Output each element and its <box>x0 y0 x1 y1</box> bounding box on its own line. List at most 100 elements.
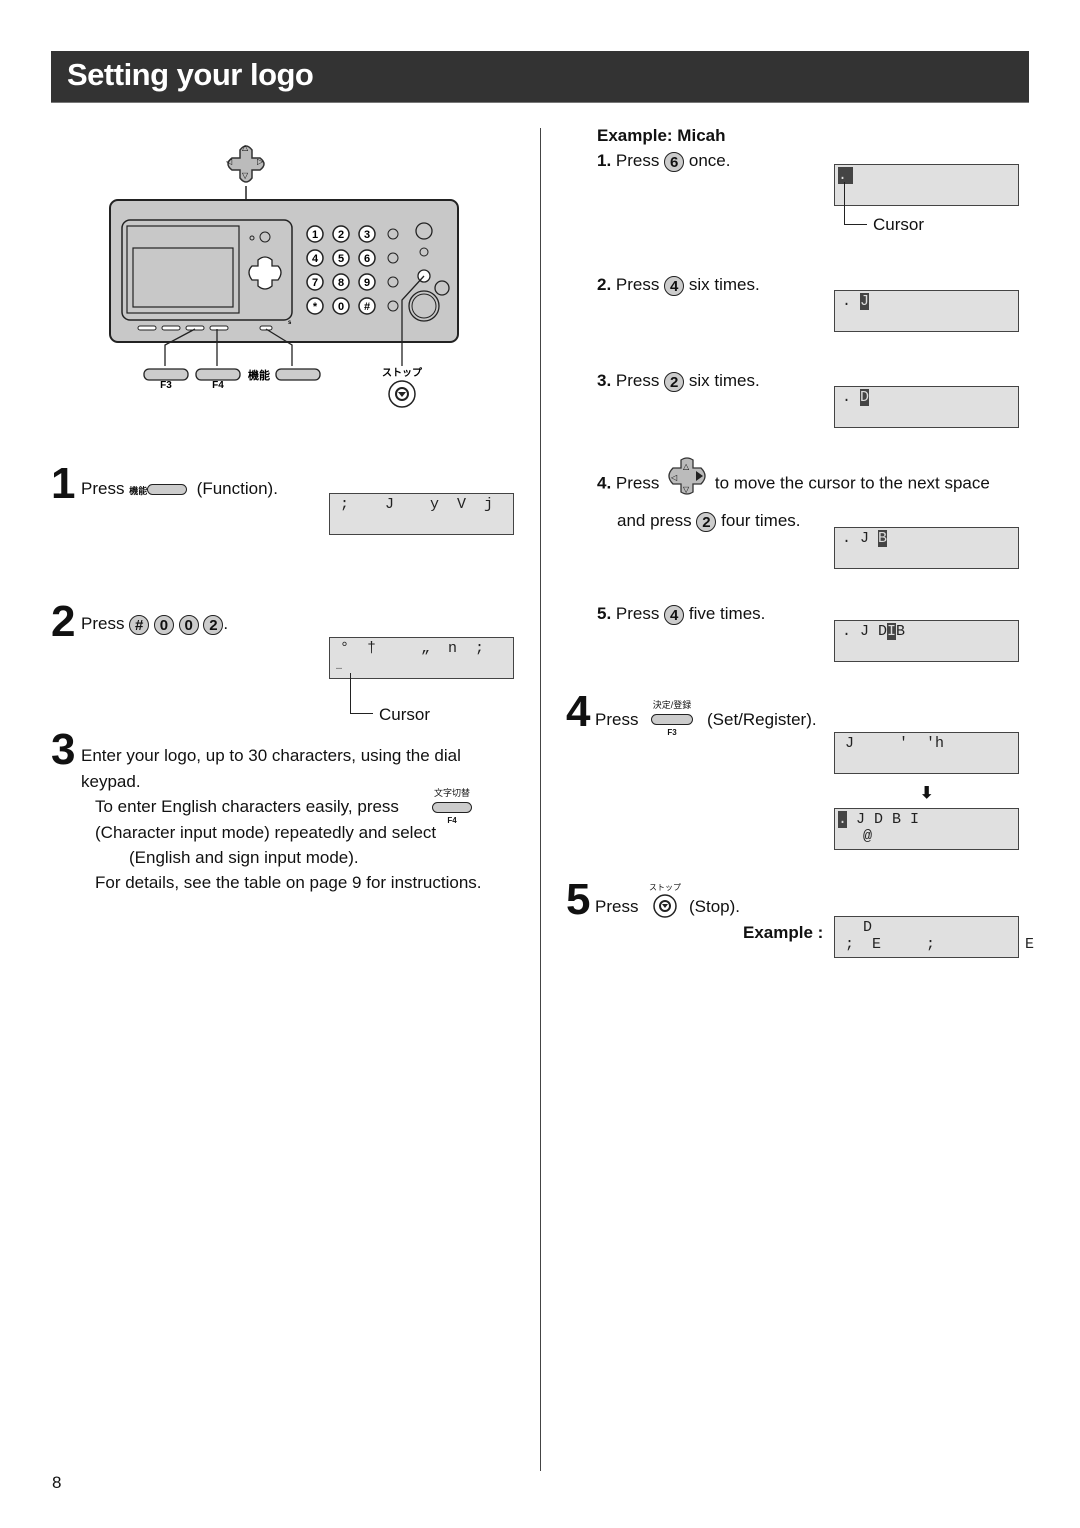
svg-text:5: 5 <box>338 253 344 265</box>
zero-key-icon: 0 <box>153 614 174 635</box>
example-title: Example: Micah <box>597 126 726 145</box>
page-number: 8 <box>52 1473 62 1492</box>
stop-button-icon <box>653 894 677 918</box>
step-3-line-3: To enter English characters easily, pres… <box>95 797 399 816</box>
step-4-press: Press <box>595 710 639 729</box>
lcd-text: . J <box>842 530 879 547</box>
press-text: Press <box>615 604 660 623</box>
step-2-suffix: . <box>223 614 229 633</box>
navigator-key-icon: △ ▽ ◁ <box>668 457 706 495</box>
lcd-text: J D B I <box>847 811 920 828</box>
and-press-text: and press <box>617 511 692 530</box>
lcd-row-2: … <box>336 662 343 673</box>
stop-key: ストップ <box>648 882 682 926</box>
example-step-4-cont: and press 2 four times. <box>617 511 801 532</box>
function-key-label: 機能 <box>129 486 148 496</box>
svg-text:9: 9 <box>364 277 370 289</box>
svg-text:▽: ▽ <box>242 171 249 180</box>
lcd-display-example-5: . J DIB <box>834 620 1019 662</box>
lcd-row-1: . J <box>842 293 870 310</box>
svg-text:△: △ <box>242 143 249 152</box>
step-4-suffix: (Set/Register). <box>707 710 817 729</box>
lcd-text: B <box>896 623 906 640</box>
lcd-display-example-2: . J <box>834 290 1019 332</box>
lcd-display-example-3: . D <box>834 386 1019 428</box>
step-3-line-5: (English and sign input mode). <box>129 848 359 867</box>
svg-text:F3: F3 <box>160 380 172 391</box>
svg-text:機能: 機能 <box>248 368 270 382</box>
lcd-text: . <box>842 389 861 406</box>
lcd-text: . J D <box>842 623 888 640</box>
lcd-row-1: D <box>845 919 873 936</box>
step-1-instruction: Press 機能 (Function). <box>81 479 278 499</box>
example-step-num: 5. <box>597 604 612 623</box>
svg-text:7: 7 <box>312 277 318 289</box>
svg-text:*: * <box>313 301 318 313</box>
times-text: six times. <box>688 275 760 294</box>
lcd-row-2: ; E ; E <box>845 936 1035 953</box>
set-register-key-label: 決定/登録 <box>652 700 692 710</box>
lcd-row-1: ° † „ n ; <box>340 640 485 657</box>
step-5-press: Press <box>595 897 639 916</box>
f4-key-icon <box>432 802 472 814</box>
step-4-text: to move the cursor to the next space <box>714 473 990 493</box>
f4-button-icon <box>195 368 241 381</box>
svg-text:8: 8 <box>338 277 344 289</box>
lcd-display-step-5: D ; E ; E <box>834 916 1034 958</box>
svg-text:◁: ◁ <box>671 473 678 482</box>
two-key-icon: 2 <box>203 614 224 635</box>
cursor-label: Cursor <box>873 215 925 234</box>
step-2-instruction: Press # 0 0 2. <box>81 614 228 635</box>
svg-text:6: 6 <box>364 253 370 265</box>
four-key-icon: 4 <box>664 275 685 296</box>
svg-text:▷: ▷ <box>257 157 264 166</box>
example-step-num: 4. <box>597 473 612 493</box>
step-3-line-1: Enter your logo, up to 30 characters, us… <box>81 746 461 765</box>
lcd-cursor: I <box>887 623 897 640</box>
step-2-press: Press <box>81 614 125 633</box>
page-title-bar: Setting your logo <box>51 51 1029 103</box>
example-step-2: 2. Press 4 six times. <box>597 275 760 296</box>
step-3-number: 3 <box>51 725 76 774</box>
svg-text:2: 2 <box>338 229 344 241</box>
svg-text:1: 1 <box>312 229 318 241</box>
step-2-number: 2 <box>51 597 76 646</box>
lcd-display-step-4b: . J D B I @ <box>834 808 1019 850</box>
cursor-pointer-line <box>844 182 867 225</box>
function-button-icon <box>275 368 321 381</box>
lcd-cursor: J <box>860 293 870 310</box>
svg-text:F4: F4 <box>212 380 224 391</box>
two-key-icon: 2 <box>664 371 685 392</box>
lcd-cursor: D <box>860 389 870 406</box>
lcd-text: . <box>842 293 861 310</box>
four-key-icon: 4 <box>664 604 685 625</box>
character-mode-key-label: 文字切替 <box>433 788 470 798</box>
zero-key-icon: 0 <box>178 614 199 635</box>
lcd-row-2: @ <box>845 828 873 845</box>
f3-label: F3 <box>667 728 677 737</box>
example-step-num: 1. <box>597 151 612 170</box>
example-label: Example : <box>743 923 824 942</box>
step-5-suffix: (Stop). <box>689 897 741 916</box>
lcd-row-1: J ' 'h <box>845 735 945 752</box>
example-step-5: 5. Press 4 five times. <box>597 604 765 625</box>
step-1-press: Press <box>81 479 125 498</box>
function-key-icon <box>147 484 188 496</box>
lcd-row-1: . J DIB <box>842 623 905 640</box>
lcd-row-1: . J D B I <box>838 811 919 828</box>
times-text: six times. <box>688 371 760 390</box>
example-step-num: 3. <box>597 371 612 390</box>
lcd-display-step-1: ; J y V j <box>329 493 514 535</box>
svg-text:0: 0 <box>338 301 344 313</box>
set-register-key: 決定/登録 F3 <box>648 698 696 737</box>
example-step-num: 2. <box>597 275 612 294</box>
example-step-3: 3. Press 2 six times. <box>597 371 760 392</box>
lcd-display-step-4a: J ' 'h <box>834 732 1019 774</box>
step-4-number: 4 <box>566 687 591 736</box>
navigator-key-icon: △ ▽ ◁ ▷ <box>226 143 265 183</box>
press-text: Press <box>615 151 660 170</box>
down-arrow-icon: ⬇ <box>920 785 934 802</box>
svg-text:ストップ: ストップ <box>382 366 423 379</box>
times-text: four times. <box>721 511 801 530</box>
step-3-line-4: (Character input mode) repeatedly and se… <box>95 823 437 842</box>
